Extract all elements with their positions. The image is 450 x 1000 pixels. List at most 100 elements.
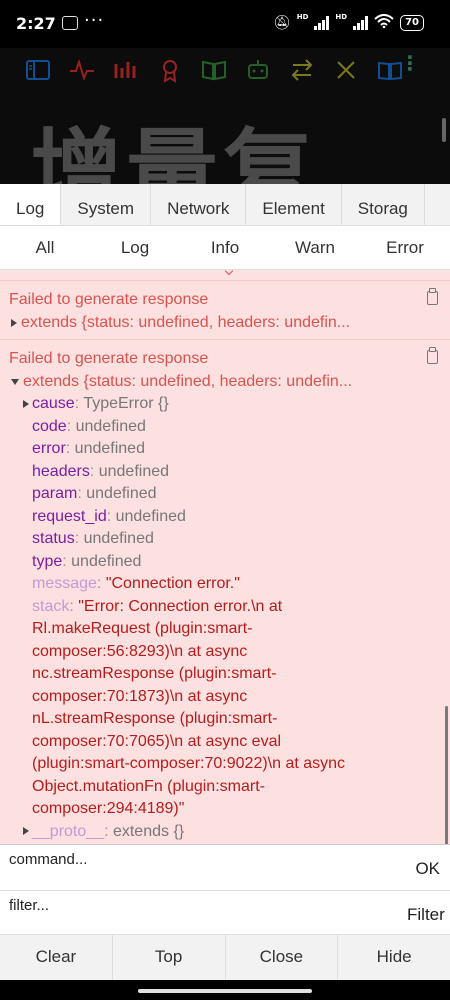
- award-icon[interactable]: [156, 56, 185, 84]
- tab-element[interactable]: Element: [246, 184, 342, 225]
- object-summary-text: extends {status: undefined, headers: und…: [21, 314, 351, 331]
- stack-line: Rl.makeRequest (plugin:smart-: [32, 620, 253, 637]
- prop-request-id: request_id: undefined: [32, 507, 186, 525]
- filter-input[interactable]: filter... Filter: [0, 890, 450, 934]
- command-input[interactable]: command... OK: [0, 844, 450, 890]
- arrows-swap-icon[interactable]: [288, 56, 317, 84]
- prop-stack: stack: "Error: Connection error.\n at: [32, 597, 283, 615]
- filter-button[interactable]: Filter: [407, 905, 445, 925]
- prop-value: "Connection error.": [105, 575, 240, 592]
- copy-icon[interactable]: [427, 347, 438, 364]
- prop-key: type: [32, 552, 63, 570]
- expand-arrow-icon[interactable]: [23, 827, 29, 836]
- copy-icon[interactable]: [427, 288, 438, 305]
- stack-line: nL.streamResponse (plugin:smart-: [32, 710, 278, 727]
- system-nav-bar: [0, 980, 450, 1000]
- prop-key: code: [32, 417, 67, 435]
- tab-system[interactable]: System: [61, 184, 152, 225]
- prop-value: "Error: Connection error.\n at: [78, 597, 283, 615]
- prop-key: cause: [32, 395, 75, 412]
- hd-label-2: HD: [335, 12, 348, 21]
- more-notifications-icon: ···: [84, 10, 105, 31]
- prop-value: undefined: [71, 552, 142, 570]
- log-entry-error[interactable]: Failed to generate response extends {sta…: [0, 280, 450, 339]
- prop-key: param: [32, 485, 78, 502]
- console-panel: Log System Network Element Storag All Lo…: [0, 184, 450, 980]
- log-entry-error-expanded[interactable]: Failed to generate response extends {sta…: [0, 339, 450, 843]
- battery-icon: 70: [400, 14, 424, 31]
- app-toolbar: [24, 56, 405, 84]
- signal-icon: [314, 15, 330, 30]
- bot-icon[interactable]: [244, 56, 273, 84]
- prop-cause[interactable]: cause: TypeError {}: [23, 393, 410, 416]
- status-bar: 2:27 ··· 🔕︎ HD HD 70: [0, 0, 450, 48]
- collapse-arrow-icon[interactable]: [11, 378, 19, 385]
- wifi-icon: [374, 14, 394, 31]
- top-button[interactable]: Top: [113, 935, 226, 980]
- console-tabs: Log System Network Element Storag: [0, 184, 450, 226]
- stack-line: (plugin:smart-composer:70:9022)\n at asy…: [32, 755, 346, 772]
- sidebar-icon[interactable]: [24, 56, 53, 84]
- log-object-summary[interactable]: extends {status: undefined, headers: und…: [9, 311, 410, 334]
- tab-log[interactable]: Log: [0, 184, 62, 225]
- home-indicator[interactable]: [138, 989, 312, 993]
- app-scrollbar[interactable]: [442, 118, 446, 142]
- prop-value: undefined: [74, 440, 145, 457]
- expand-arrow-icon[interactable]: [23, 399, 29, 408]
- log-message: Failed to generate response: [9, 350, 209, 367]
- more-vertical-icon[interactable]: ⋮: [400, 53, 420, 73]
- prop-message: message: "Connection error.": [32, 575, 240, 592]
- app-background: ⋮ 增量复: [0, 48, 450, 184]
- tab-network[interactable]: Network: [151, 184, 247, 225]
- activity-icon[interactable]: [68, 56, 97, 84]
- console-bottom-bar: Clear Top Close Hide: [0, 934, 450, 980]
- stack-line: composer:70:1873)\n at async: [32, 687, 248, 705]
- prop-key: message: [32, 575, 97, 592]
- prop-proto[interactable]: __proto__: extends {}: [23, 821, 410, 844]
- bar-chart-icon[interactable]: [112, 56, 141, 84]
- ok-button[interactable]: OK: [415, 859, 440, 879]
- book-open-icon[interactable]: [200, 56, 229, 84]
- log-list[interactable]: Failed to generate response extends {sta…: [0, 270, 450, 844]
- tab-storage[interactable]: Storag: [342, 184, 425, 225]
- prop-value: undefined: [115, 507, 186, 525]
- app-heading: 增量复: [30, 119, 319, 184]
- prop-code: code: undefined: [32, 417, 146, 435]
- hd-label: HD: [296, 12, 309, 21]
- signal-icon-2: [353, 15, 369, 30]
- prop-param: param: undefined: [32, 485, 157, 502]
- log-level-filters: All Log Info Warn Error: [0, 226, 450, 270]
- object-properties: cause: TypeError {} code: undefined erro…: [9, 393, 410, 843]
- prop-value: undefined: [75, 417, 146, 435]
- prop-type: type: undefined: [32, 552, 142, 570]
- prop-headers: headers: undefined: [32, 462, 170, 480]
- prop-key: stack: [32, 597, 70, 615]
- previous-entry-tail: [0, 270, 450, 280]
- mute-icon: 🔕︎: [272, 14, 291, 31]
- close-button[interactable]: Close: [226, 935, 339, 980]
- prop-key: error: [32, 440, 66, 457]
- prop-key: __proto__: [32, 822, 105, 840]
- filter-log[interactable]: Log: [90, 226, 180, 269]
- filter-info[interactable]: Info: [180, 226, 270, 269]
- hide-button[interactable]: Hide: [338, 935, 450, 980]
- stack-line: composer:56:8293)\n at async: [32, 642, 248, 660]
- stack-line: composer:70:7065)\n at async eval: [32, 732, 282, 750]
- prop-status: status: undefined: [32, 530, 154, 547]
- prop-value: extends {}: [112, 822, 185, 840]
- expand-arrow-icon[interactable]: [11, 318, 17, 327]
- prop-key: status: [32, 530, 75, 547]
- filter-warn[interactable]: Warn: [270, 226, 360, 269]
- stack-line: Object.mutationFn (plugin:smart-: [32, 777, 265, 795]
- log-scrollbar[interactable]: [445, 706, 448, 844]
- log-object-summary[interactable]: extends {status: undefined, headers: und…: [9, 370, 410, 393]
- clear-button[interactable]: Clear: [0, 935, 113, 980]
- close-x-icon[interactable]: [332, 56, 361, 84]
- filter-error[interactable]: Error: [360, 226, 450, 269]
- prop-value: TypeError {}: [83, 395, 169, 412]
- command-placeholder: command...: [9, 851, 88, 868]
- status-icons: 🔕︎ HD HD 70: [272, 12, 424, 31]
- filter-all[interactable]: All: [0, 226, 90, 269]
- log-message: Failed to generate response: [9, 291, 209, 308]
- prop-key: headers: [32, 462, 90, 480]
